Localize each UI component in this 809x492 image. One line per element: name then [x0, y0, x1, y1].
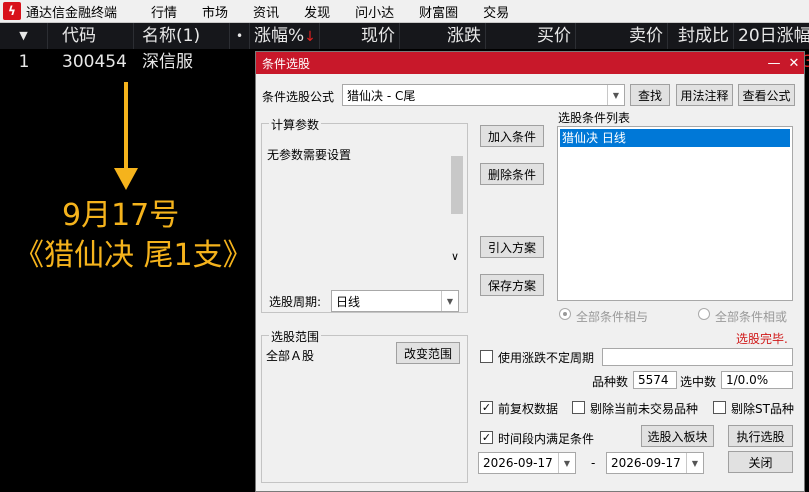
annotation-date: 9月17号	[62, 198, 180, 233]
period-value: 日线	[336, 294, 361, 309]
st-checkbox[interactable]	[713, 401, 726, 414]
sort-desc-icon: ↓	[304, 29, 316, 45]
dialog-title: 条件选股	[262, 56, 311, 71]
dialog-titlebar[interactable]: 条件选股 — ✕	[256, 52, 804, 74]
radio-all-and-label: 全部条件相与	[576, 310, 649, 324]
scroll-down-icon[interactable]: ∨	[451, 250, 459, 263]
radio-all-and[interactable]	[559, 308, 571, 320]
date-from-value: 2026-09-17	[483, 456, 553, 470]
stock-screener-dialog: 条件选股 — ✕ 条件选股公式 猎仙决 - C尾 ▼ 查找 用法注释 查看公式 …	[255, 51, 805, 492]
col-header-price[interactable]: 现价	[320, 23, 400, 49]
col-header-bid[interactable]: 买价	[486, 23, 576, 49]
adjust-checkbox-label: 前复权数据	[498, 402, 559, 416]
time-range-checkbox[interactable]: ✓	[480, 431, 493, 444]
count-value: 5574	[638, 373, 669, 387]
period-checkbox[interactable]	[480, 350, 493, 363]
save-scheme-button[interactable]: 保存方案	[480, 274, 544, 296]
menu-item-market[interactable]: 市场	[202, 2, 228, 21]
col-header-change[interactable]: 涨跌	[400, 23, 486, 49]
condition-list-title: 选股条件列表	[558, 111, 631, 125]
date-from-picker[interactable]: 2026-09-17 ▼	[478, 452, 576, 474]
time-range-checkbox-label: 时间段内满足条件	[498, 432, 595, 446]
st-checkbox-label: 剔除ST品种	[731, 402, 794, 416]
row-name: 深信服	[142, 52, 193, 72]
chevron-down-icon[interactable]: ▼	[686, 453, 703, 473]
range-value: 全部Ａ股	[266, 349, 315, 363]
execute-button[interactable]: 执行选股	[728, 425, 793, 447]
col-header-20d-change[interactable]: 20日涨幅	[734, 23, 809, 49]
scrollbar-thumb[interactable]	[451, 156, 463, 214]
col-header-change-pct-label: 涨幅%	[254, 26, 305, 46]
range-group-title: 选股范围	[269, 328, 322, 345]
radio-all-or[interactable]	[698, 308, 710, 320]
formula-select[interactable]: 猎仙决 - C尾 ▼	[342, 84, 625, 106]
range-group: 选股范围 全部Ａ股 改变范围	[261, 328, 468, 483]
row-index: 1	[18, 52, 30, 72]
close-icon[interactable]: ✕	[784, 56, 804, 71]
menu-item-trade[interactable]: 交易	[483, 2, 509, 21]
count-label: 品种数	[592, 375, 629, 389]
chevron-down-icon[interactable]: ▼	[558, 453, 575, 473]
app-title: 通达信金融终端	[26, 5, 118, 21]
list-item[interactable]: 猎仙决 日线	[560, 129, 790, 147]
selected-field: 1/0.0%	[721, 371, 793, 389]
row-code: 300454	[62, 52, 127, 72]
minimize-icon[interactable]: —	[764, 56, 784, 71]
period-input[interactable]	[602, 348, 793, 366]
chevron-down-icon[interactable]: ▼	[607, 85, 624, 105]
menu-item-quotes[interactable]: 行情	[151, 2, 177, 21]
period-label: 选股周期:	[269, 295, 322, 309]
selected-value: 1/0.0%	[726, 373, 769, 387]
date-separator: -	[591, 456, 596, 470]
params-group: 计算参数 无参数需要设置 ∨ 选股周期: 日线 ▼	[261, 116, 468, 313]
table-header: ▼ 代码 名称(1) • 涨幅%↓ 现价 涨跌 买价 卖价 封成比 20日涨幅	[0, 23, 809, 49]
period-checkbox-label: 使用涨跌不定周期	[498, 351, 595, 365]
col-header-name[interactable]: 名称(1)	[134, 23, 230, 49]
change-range-button[interactable]: 改变范围	[396, 342, 460, 364]
params-scrollbar[interactable]: ∨	[449, 142, 465, 270]
menu-bar: ϟ 通达信金融终端 行情 市场 资讯 发现 问小达 财富圈 交易	[0, 0, 809, 23]
annotation-strategy: 《猎仙决 尾1支》	[14, 238, 253, 273]
import-scheme-button[interactable]: 引入方案	[480, 236, 544, 258]
menu-item-wealth[interactable]: 财富圈	[419, 2, 458, 21]
formula-value: 猎仙决 - C尾	[347, 88, 416, 103]
delete-condition-button[interactable]: 删除条件	[480, 163, 544, 185]
close-button[interactable]: 关闭	[728, 451, 793, 473]
menu-item-ask[interactable]: 问小达	[355, 2, 394, 21]
to-block-button[interactable]: 选股入板块	[641, 425, 714, 447]
status-text: 选股完毕.	[736, 330, 788, 347]
view-formula-button[interactable]: 查看公式	[738, 84, 795, 106]
col-header-code[interactable]: 代码	[48, 23, 134, 49]
menu-item-news[interactable]: 资讯	[253, 2, 279, 21]
selected-label: 选中数	[680, 375, 717, 389]
adjust-checkbox[interactable]: ✓	[480, 401, 493, 414]
date-to-value: 2026-09-17	[611, 456, 681, 470]
col-separator-dot: •	[230, 23, 250, 49]
col-header-change-pct[interactable]: 涨幅%↓	[250, 23, 320, 49]
no-trade-checkbox[interactable]	[572, 401, 585, 414]
params-group-title: 计算参数	[269, 116, 322, 133]
status-message: 选股完毕.	[736, 332, 788, 346]
condition-list[interactable]: 猎仙决 日线	[557, 126, 793, 301]
usage-notes-button[interactable]: 用法注释	[676, 84, 733, 106]
col-header-seal-ratio[interactable]: 封成比	[668, 23, 734, 49]
find-button[interactable]: 查找	[630, 84, 670, 106]
count-field: 5574	[633, 371, 677, 389]
radio-all-or-label: 全部条件相或	[715, 310, 788, 324]
params-text: 无参数需要设置	[267, 148, 352, 162]
formula-label: 条件选股公式	[262, 90, 335, 104]
no-trade-checkbox-label: 剔除当前未交易品种	[590, 402, 699, 416]
period-select[interactable]: 日线 ▼	[331, 290, 459, 312]
chevron-down-icon[interactable]: ▼	[441, 291, 458, 311]
app-logo-icon: ϟ	[3, 2, 21, 20]
menu-item-discover[interactable]: 发现	[304, 2, 330, 21]
add-condition-button[interactable]: 加入条件	[480, 125, 544, 147]
annotation-arrow-head	[114, 168, 138, 190]
col-header-ask[interactable]: 卖价	[576, 23, 668, 49]
date-to-picker[interactable]: 2026-09-17 ▼	[606, 452, 704, 474]
annotation-arrow-shaft	[124, 82, 128, 172]
column-menu-icon[interactable]: ▼	[0, 23, 48, 49]
